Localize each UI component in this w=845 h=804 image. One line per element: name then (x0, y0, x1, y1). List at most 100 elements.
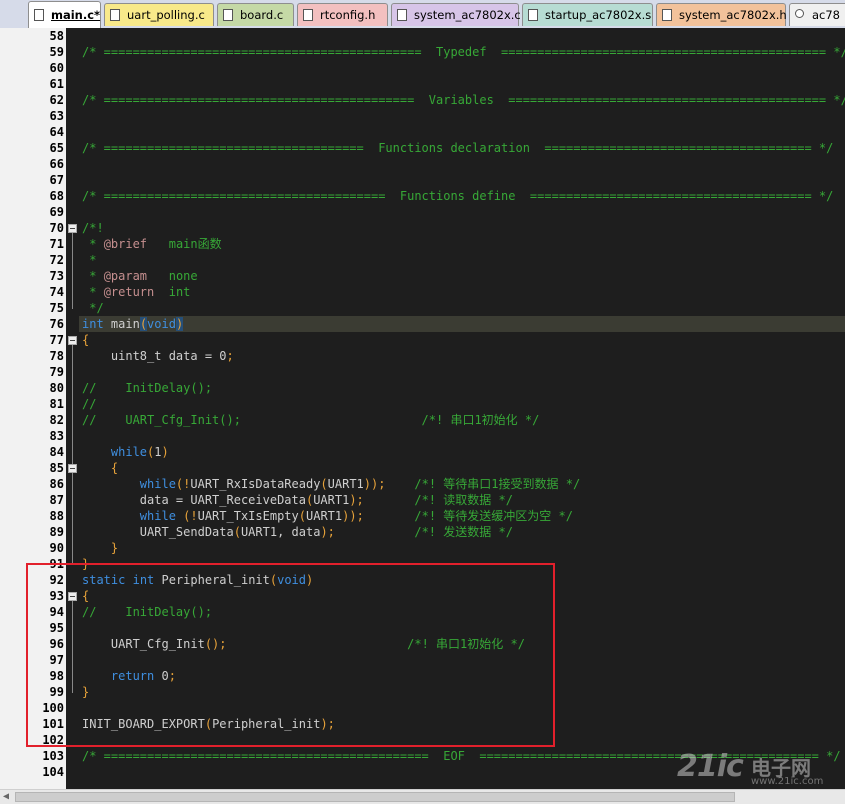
number: 1 (154, 445, 162, 459)
code-line-77: { (82, 333, 90, 347)
tab-board-c[interactable]: board.c (217, 3, 294, 26)
line-number: 80 (49, 381, 64, 395)
code-line-82: // UART_Cfg_Init(); /*! 串口1初始化 */ (82, 413, 540, 427)
tab-uart-polling-c[interactable]: uart_polling.c (104, 3, 214, 26)
identifier: UART1 (327, 477, 364, 491)
fold-guide-line (72, 345, 73, 565)
line-number: 60 (49, 61, 64, 75)
number: 0 (219, 349, 227, 363)
code-line-89: UART_SendData(UART1, data); /*! 发送数据 */ (82, 524, 513, 540)
fold-collapse-icon[interactable] (68, 224, 77, 233)
tab-startup-ac7802x-s[interactable]: startup_ac7802x.s (522, 3, 653, 26)
code-line-68: /* =====================================… (82, 189, 834, 203)
code-line-74: * @return int (82, 284, 190, 300)
code-line-81: // (82, 397, 97, 411)
doc-tag: @brief (103, 237, 148, 251)
doc-comment: * (82, 285, 104, 299)
comment: /*! 等待发送缓冲区为空 */ (363, 509, 573, 523)
keyword: void (147, 317, 176, 331)
code-line-80: // InitDelay(); (82, 381, 213, 395)
doc-comment: none (147, 269, 198, 283)
keyword: int (82, 317, 104, 331)
code-line-71: * @brief main函数 (82, 236, 222, 252)
scroll-left-arrow-icon[interactable]: ◀ (3, 791, 9, 802)
punctuation: ) (161, 445, 169, 459)
line-number: 58 (49, 29, 64, 43)
line-number: 81 (49, 397, 64, 411)
line-number: 71 (49, 237, 64, 251)
doc-comment: main函数 (147, 237, 222, 251)
tab-label: main.c* (51, 8, 101, 22)
fold-collapse-icon[interactable] (68, 336, 77, 345)
code-line-70: /*! (82, 221, 104, 235)
fold-collapse-icon[interactable] (68, 464, 77, 473)
tab-main-c[interactable]: main.c* (28, 1, 101, 28)
code-line-76: int main(void) (82, 316, 184, 332)
doc-comment: * (82, 237, 104, 251)
comment: /*! 读取数据 */ (363, 493, 513, 507)
line-number: 82 (49, 413, 64, 427)
punctuation: ); (349, 493, 364, 507)
doc-comment: int (154, 285, 191, 299)
file-icon (303, 9, 313, 21)
line-number: 69 (49, 205, 64, 219)
bracket-match: ( (139, 317, 148, 331)
line-number: 61 (49, 77, 64, 91)
line-number: 75 (49, 301, 64, 315)
punctuation: )); (342, 509, 364, 523)
comment: /*! 发送数据 */ (334, 525, 513, 539)
punctuation: ( (320, 477, 328, 491)
horizontal-scrollbar[interactable]: ◀ (0, 789, 845, 804)
doc-tag: @return (103, 285, 155, 299)
highlight-annotation-box (26, 563, 555, 747)
punctuation: )); (363, 477, 386, 491)
line-number: 103 (42, 749, 64, 763)
code-line-73: * @param none (82, 268, 198, 284)
line-number: 76 (49, 317, 64, 331)
comment: /*! 等待串口1接受到数据 */ (385, 477, 581, 491)
line-number: 86 (49, 477, 64, 491)
punctuation: ( (298, 509, 306, 523)
keyword: while (139, 477, 176, 491)
identifier: UART1 (306, 509, 343, 523)
file-icon (397, 9, 407, 21)
keyword: while (110, 445, 148, 459)
tab-system-ac7802x-c[interactable]: system_ac7802x.c (391, 3, 521, 26)
punctuation: (! (175, 477, 191, 491)
tab-ac78-overflow[interactable]: ac78 (789, 3, 845, 26)
code-line-62: /* =====================================… (82, 93, 845, 107)
line-number: 67 (49, 173, 64, 187)
punctuation: ); (320, 525, 335, 539)
line-number: 78 (49, 349, 64, 363)
code-line-86: while(!UART_RxIsDataReady(UART1)); /*! 等… (82, 476, 580, 492)
keyword: while (139, 509, 176, 523)
file-icon (34, 9, 44, 21)
tab-rtconfig-h[interactable]: rtconfig.h (297, 3, 388, 26)
line-number: 68 (49, 189, 64, 203)
line-number: 70 (49, 221, 64, 235)
doc-tag: @param (103, 269, 148, 283)
bracket-match: ) (175, 317, 184, 331)
line-number: 73 (49, 269, 64, 283)
line-number: 63 (49, 109, 64, 123)
tab-label: ac78 (812, 8, 841, 22)
line-number: 66 (49, 157, 64, 171)
code-line-75: */ (82, 301, 104, 315)
tab-system-ac7802x-h[interactable]: system_ac7802x.h (656, 3, 787, 26)
editor-tab-bar: main.c* uart_polling.c board.c rtconfig.… (0, 0, 845, 29)
code-line-90: } (82, 541, 119, 555)
line-number: 104 (42, 765, 64, 779)
fold-guide-line (72, 233, 73, 309)
identifier: UART_RxIsDataReady (190, 477, 321, 491)
identifier: UART1, data (240, 525, 321, 539)
scrollbar-thumb[interactable] (15, 792, 735, 802)
key-file-icon (795, 9, 804, 18)
identifier: UART_SendData (139, 525, 234, 539)
file-icon (223, 9, 233, 21)
line-number: 77 (49, 333, 64, 347)
file-icon (662, 9, 672, 21)
line-number: 90 (49, 541, 64, 555)
